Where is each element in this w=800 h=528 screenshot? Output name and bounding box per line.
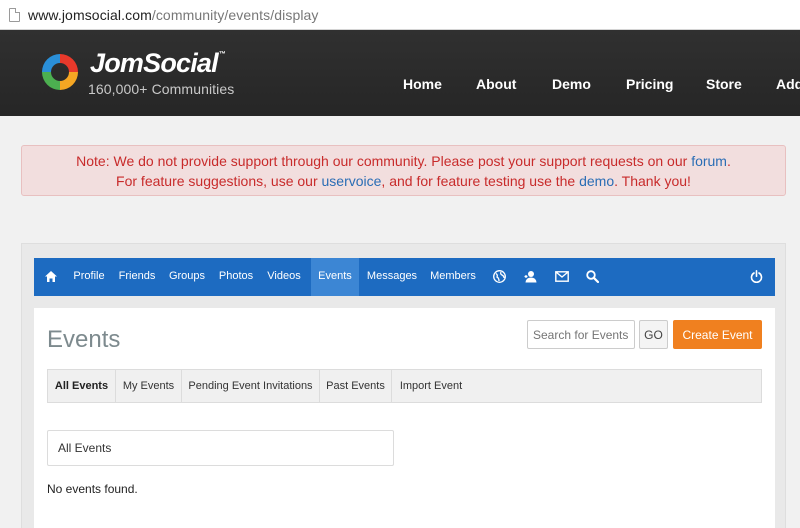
toolbar-messages[interactable]: Messages xyxy=(363,258,421,296)
search-events-input[interactable] xyxy=(527,320,635,349)
notice-text-2b: , and for feature testing use the xyxy=(381,173,580,189)
notice-end-1: . xyxy=(726,153,731,169)
note-label: Note: xyxy=(76,153,110,169)
trademark: ™ xyxy=(218,51,226,58)
globe-icon[interactable] xyxy=(493,270,506,283)
toolbar-profile[interactable]: Profile xyxy=(68,258,110,296)
url-host: www.jomsocial.com xyxy=(28,6,152,23)
toolbar-groups[interactable]: Groups xyxy=(165,258,209,296)
nav-pricing[interactable]: Pricing xyxy=(626,76,673,92)
events-tabs: All Events My Events Pending Event Invit… xyxy=(47,369,762,403)
empty-message: No events found. xyxy=(47,482,138,496)
forum-link[interactable]: forum xyxy=(691,153,727,169)
toolbar-events[interactable]: Events xyxy=(311,258,359,296)
toolbar-videos[interactable]: Videos xyxy=(263,258,305,296)
top-nav: Home About Demo Pricing Store Add xyxy=(0,76,800,96)
site-header: JomSocial™ 160,000+ Communities Home Abo… xyxy=(0,30,800,116)
page-title: Events xyxy=(47,326,121,353)
community-toolbar: Profile Friends Groups Photos Videos Eve… xyxy=(34,258,775,296)
home-icon[interactable] xyxy=(44,270,58,283)
nav-demo[interactable]: Demo xyxy=(552,76,591,92)
notice-line-2: For feature suggestions, use our uservoi… xyxy=(22,171,785,191)
tab-pending-invitations[interactable]: Pending Event Invitations xyxy=(182,370,320,402)
toolbar-members[interactable]: Members xyxy=(427,258,479,296)
search-icon[interactable] xyxy=(586,270,599,283)
tab-my-events[interactable]: My Events xyxy=(116,370,182,402)
toolbar-photos[interactable]: Photos xyxy=(215,258,257,296)
nav-about[interactable]: About xyxy=(476,76,516,92)
support-notice: Note: We do not provide support through … xyxy=(21,145,786,196)
brand-text: JomSocial xyxy=(90,48,219,78)
uservoice-link[interactable]: uservoice xyxy=(322,173,382,189)
notice-text-2a: For feature suggestions, use our xyxy=(116,173,322,189)
friend-request-icon[interactable] xyxy=(524,270,538,283)
notice-text-1: We do not provide support through our co… xyxy=(109,153,692,169)
brand-name[interactable]: JomSocial™ xyxy=(90,48,226,79)
nav-home[interactable]: Home xyxy=(403,76,442,92)
nav-store[interactable]: Store xyxy=(706,76,742,92)
notice-end-2: . Thank you! xyxy=(614,173,691,189)
notice-line-1: Note: We do not provide support through … xyxy=(22,151,785,171)
community-panel: Profile Friends Groups Photos Videos Eve… xyxy=(21,243,786,528)
mail-icon[interactable] xyxy=(555,271,569,282)
events-filter-select[interactable]: All Events xyxy=(47,430,394,466)
demo-link[interactable]: demo xyxy=(579,173,614,189)
nav-add[interactable]: Add xyxy=(776,76,800,92)
events-content: Events GO Create Event All Events My Eve… xyxy=(34,308,775,528)
tab-import-event[interactable]: Import Event xyxy=(392,370,470,402)
toolbar-friends[interactable]: Friends xyxy=(114,258,160,296)
create-event-button[interactable]: Create Event xyxy=(673,320,762,349)
go-button[interactable]: GO xyxy=(639,320,668,349)
url-path: /community/events/display xyxy=(151,6,319,23)
page-icon xyxy=(9,7,20,22)
address-bar[interactable]: www.jomsocial.com/community/events/displ… xyxy=(0,0,800,30)
url-text[interactable]: www.jomsocial.com/community/events/displ… xyxy=(28,7,319,23)
tab-all-events[interactable]: All Events xyxy=(48,370,116,402)
tab-past-events[interactable]: Past Events xyxy=(320,370,392,402)
power-icon[interactable] xyxy=(750,270,763,283)
